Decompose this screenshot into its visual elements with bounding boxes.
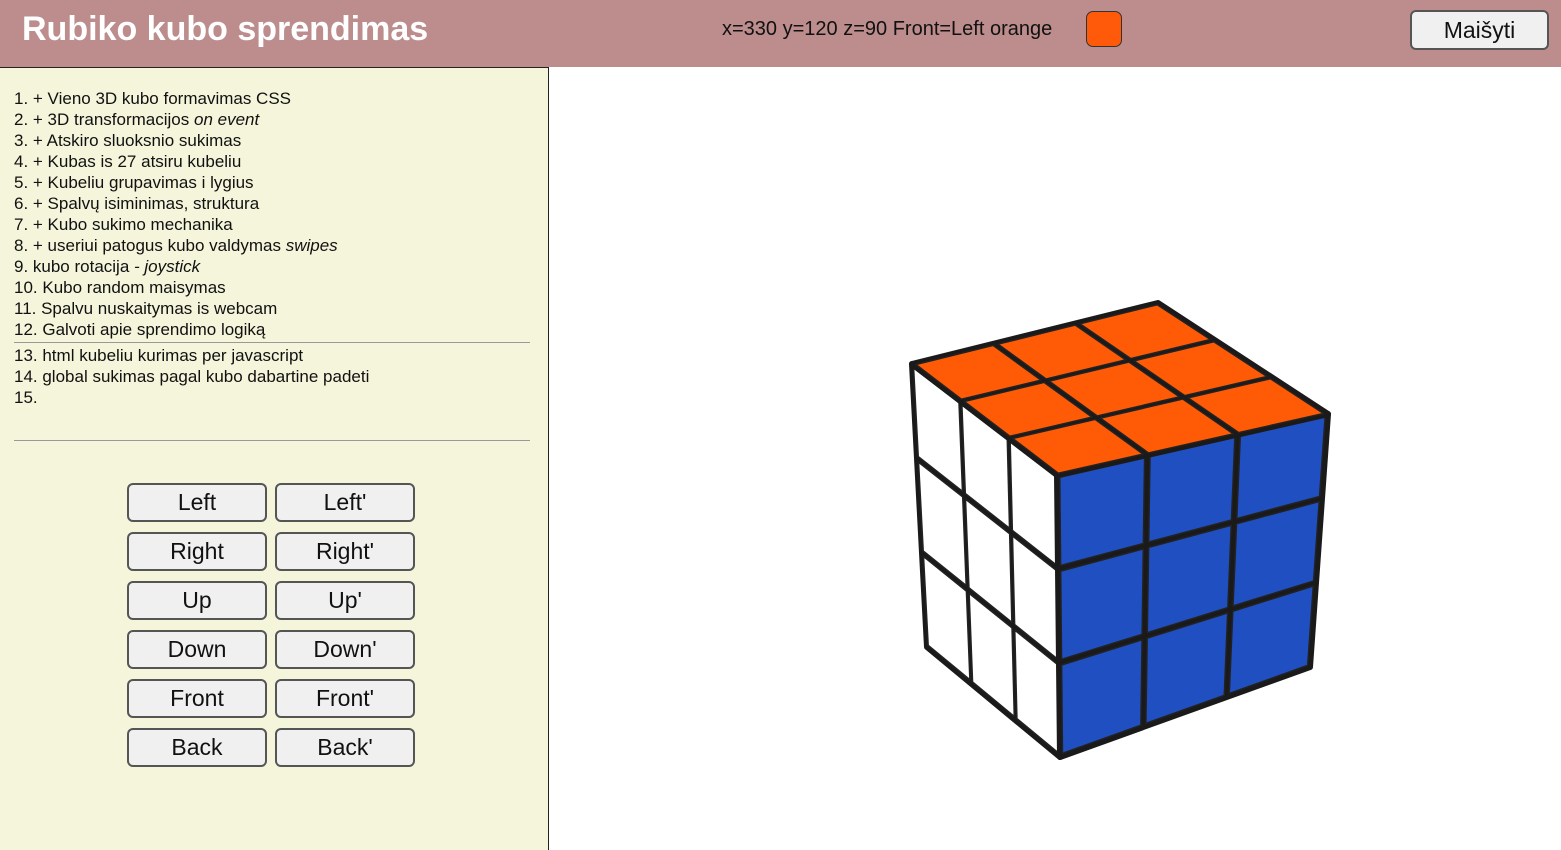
task-item: 11. Spalvu nuskaitymas is webcam bbox=[14, 299, 278, 318]
task-list: 1. + Vieno 3D kubo formavimas CSS 2. + 3D… bbox=[14, 88, 530, 408]
task-item: 2. + 3D transformacijos on event bbox=[14, 110, 260, 129]
front-color-swatch bbox=[1086, 11, 1122, 47]
up-prime-button[interactable]: Up' bbox=[275, 581, 415, 620]
down-button[interactable]: Down bbox=[127, 630, 267, 669]
up-button[interactable]: Up bbox=[127, 581, 267, 620]
task-item: 8. + useriui patogus kubo valdymas swipe… bbox=[14, 236, 338, 255]
task-item: 14. global sukimas pagal kubo dabartine … bbox=[14, 367, 370, 386]
left-panel: 1. + Vieno 3D kubo formavimas CSS 2. + 3D… bbox=[0, 67, 549, 850]
task-item: 3. + Atskiro sluoksnio sukimas bbox=[14, 131, 242, 150]
task-item: 15. bbox=[14, 388, 38, 407]
task-item: 4. + Kubas is 27 atsiru kubeliu bbox=[14, 152, 242, 171]
rotation-status: x=330 y=120 z=90 Front=Left orange bbox=[722, 18, 1053, 40]
back-button[interactable]: Back bbox=[127, 728, 267, 767]
task-item: 13. html kubeliu kurimas per javascript bbox=[14, 346, 304, 365]
task-item: 1. + Vieno 3D kubo formavimas CSS bbox=[14, 89, 292, 108]
left-button[interactable]: Left bbox=[127, 483, 267, 522]
down-prime-button[interactable]: Down' bbox=[275, 630, 415, 669]
task-item: 7. + Kubo sukimo mechanika bbox=[14, 215, 233, 234]
right-button[interactable]: Right bbox=[127, 532, 267, 571]
header-bar: Rubiko kubo sprendimas x=330 y=120 z=90 … bbox=[0, 0, 1561, 67]
task-item: 5. + Kubeliu grupavimas i lygius bbox=[14, 173, 254, 192]
task-item: 6. + Spalvų isiminimas, struktura bbox=[14, 194, 260, 213]
cube-stage[interactable] bbox=[550, 67, 1561, 850]
task-item: 12. Galvoti apie sprendimo logiką bbox=[14, 320, 266, 339]
page-title: Rubiko kubo sprendimas bbox=[22, 10, 429, 48]
front-button[interactable]: Front bbox=[127, 679, 267, 718]
right-prime-button[interactable]: Right' bbox=[275, 532, 415, 571]
front-prime-button[interactable]: Front' bbox=[275, 679, 415, 718]
task-item: 10. Kubo random maisymas bbox=[14, 278, 226, 297]
scramble-button[interactable]: Maišyti bbox=[1410, 10, 1549, 50]
rubiks-cube[interactable] bbox=[550, 67, 1561, 850]
left-prime-button[interactable]: Left' bbox=[275, 483, 415, 522]
divider bbox=[14, 440, 530, 441]
task-item: 9. kubo rotacija - joystick bbox=[14, 257, 201, 276]
task-divider bbox=[14, 342, 530, 343]
back-prime-button[interactable]: Back' bbox=[275, 728, 415, 767]
